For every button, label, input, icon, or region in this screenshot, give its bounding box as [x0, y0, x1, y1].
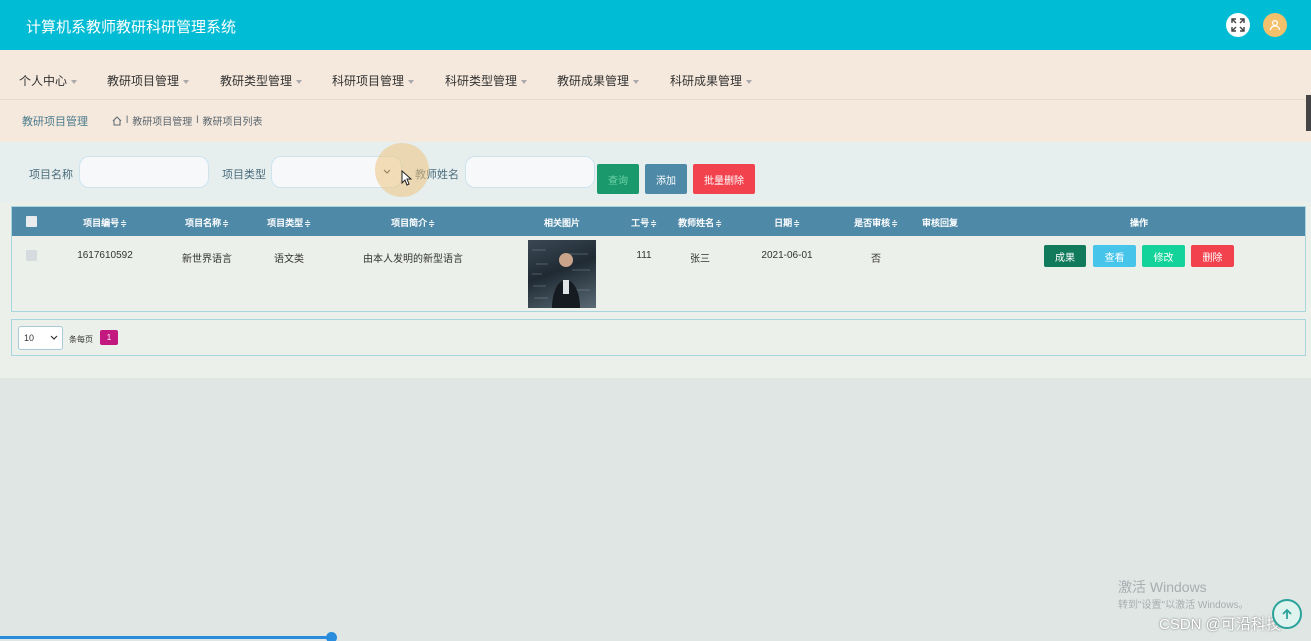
- view-button[interactable]: 查看: [1093, 245, 1136, 267]
- pagination: 10 条每页 1: [11, 319, 1306, 356]
- main-nav: 个人中心 教研项目管理 教研类型管理 科研项目管理 科研类型管理 教研成果管理 …: [0, 50, 1311, 100]
- delete-button[interactable]: 删除: [1191, 245, 1234, 267]
- video-progress-bar[interactable]: [0, 636, 332, 639]
- nav-item-teaching-project[interactable]: 教研项目管理: [107, 72, 190, 89]
- user-avatar-icon: [1269, 19, 1281, 31]
- sort-icon: ≑: [891, 219, 898, 228]
- section-title: 教研项目管理: [22, 116, 88, 128]
- cell-project-id: 1617610592: [77, 250, 133, 261]
- cell-teacher-name: 张三: [690, 254, 710, 265]
- fullscreen-button[interactable]: [1226, 13, 1250, 37]
- cell-date: 2021-06-01: [761, 250, 813, 261]
- project-name-input[interactable]: [79, 156, 209, 188]
- app-title: 计算机系教师教研科研管理系统: [26, 19, 237, 36]
- breadcrumb-item[interactable]: 教研项目管理: [132, 113, 192, 128]
- column-header: 相关图片: [543, 218, 581, 228]
- windows-activation-hint: 转到"设置"以激活 Windows。: [1118, 600, 1249, 611]
- windows-activation-title: 激活 Windows: [1118, 579, 1207, 595]
- column-header: 操作: [1129, 218, 1149, 228]
- cell-job-number: 111: [636, 250, 652, 261]
- column-header: 审核回复: [921, 218, 959, 228]
- chevron-down-icon: [408, 79, 415, 84]
- breadcrumb-bar: 教研项目管理 l 教研项目管理 l 教研项目列表: [0, 100, 1311, 142]
- csdn-watermark: CSDN @可沿科技: [1159, 616, 1281, 633]
- chevron-down-icon: [50, 335, 58, 340]
- chevron-down-icon: [296, 79, 303, 84]
- result-button[interactable]: 成果: [1044, 245, 1086, 267]
- column-header[interactable]: 项目名称≑: [185, 216, 229, 229]
- cell-project-intro: 由本人发明的新型语言: [363, 254, 463, 265]
- fullscreen-icon: [1231, 18, 1245, 32]
- sort-icon: ≑: [428, 219, 435, 228]
- scroll-top-icon: [1282, 608, 1292, 619]
- project-table: 项目编号≑ 项目名称≑ 项目类型≑ 项目简介≑ 相关图片 工号≑ 教师姓名≑ 日…: [11, 206, 1306, 312]
- column-header[interactable]: 项目简介≑: [391, 216, 435, 229]
- row-checkbox[interactable]: [26, 250, 37, 261]
- project-image-thumbnail[interactable]: [528, 240, 596, 308]
- chevron-down-icon: [521, 79, 528, 84]
- page-size-value: 10: [24, 333, 35, 343]
- sort-icon: ≑: [222, 219, 229, 228]
- column-header[interactable]: 日期≑: [774, 216, 800, 229]
- edit-button[interactable]: 修改: [1142, 245, 1185, 267]
- teacher-name-input[interactable]: [465, 156, 595, 188]
- cell-project-name: 新世界语言: [182, 254, 232, 265]
- nav-item-research-type[interactable]: 科研类型管理: [445, 72, 528, 89]
- per-page-label: 条每页: [69, 335, 93, 344]
- user-avatar-button[interactable]: [1263, 13, 1287, 37]
- column-header[interactable]: 工号≑: [631, 216, 657, 229]
- breadcrumb: l 教研项目管理 l 教研项目列表: [112, 113, 262, 128]
- teacher-name-label: 教师姓名: [415, 169, 459, 181]
- select-all-checkbox[interactable]: [26, 216, 37, 227]
- project-type-label: 项目类型: [222, 169, 266, 181]
- chevron-down-icon: [383, 169, 391, 174]
- chevron-down-icon: [746, 79, 753, 84]
- scroll-top-button[interactable]: [1272, 599, 1302, 629]
- video-progress-handle[interactable]: [326, 632, 337, 641]
- breadcrumb-separator: l: [126, 115, 129, 126]
- chevron-down-icon: [71, 79, 78, 84]
- page-size-select[interactable]: 10: [18, 326, 63, 350]
- column-header[interactable]: 项目类型≑: [267, 216, 311, 229]
- column-header[interactable]: 项目编号≑: [83, 216, 127, 229]
- nav-item-teaching-result[interactable]: 教研成果管理: [557, 72, 640, 89]
- batch-delete-button[interactable]: 批量删除: [693, 164, 755, 194]
- query-button[interactable]: 查询: [597, 164, 639, 194]
- chevron-down-icon: [183, 79, 190, 84]
- nav-item-teaching-type[interactable]: 教研类型管理: [220, 72, 303, 89]
- sort-icon: ≑: [120, 219, 127, 228]
- sort-icon: ≑: [650, 219, 657, 228]
- cell-project-type: 语文类: [274, 254, 304, 265]
- table-header: 项目编号≑ 项目名称≑ 项目类型≑ 项目简介≑ 相关图片 工号≑ 教师姓名≑ 日…: [12, 207, 1305, 236]
- project-name-label: 项目名称: [29, 169, 73, 181]
- sort-icon: ≑: [793, 219, 800, 228]
- page-number-current[interactable]: 1: [100, 330, 118, 345]
- nav-item-personal-center[interactable]: 个人中心: [19, 72, 78, 89]
- column-header[interactable]: 教师姓名≑: [678, 216, 722, 229]
- add-button[interactable]: 添加: [645, 164, 687, 194]
- sort-icon: ≑: [304, 219, 311, 228]
- column-header[interactable]: 是否审核≑: [854, 216, 898, 229]
- breadcrumb-separator: l: [196, 115, 199, 126]
- home-icon[interactable]: [112, 115, 122, 126]
- project-type-select[interactable]: [271, 156, 402, 188]
- chevron-down-icon: [633, 79, 640, 84]
- search-panel: 项目名称 项目类型 教师姓名 查询 添加 批量删除: [0, 142, 1311, 202]
- cell-reviewed: 否: [871, 254, 881, 265]
- top-header: 计算机系教师教研科研管理系统: [0, 0, 1311, 50]
- breadcrumb-item: 教研项目列表: [202, 117, 263, 128]
- window-edge-handle: [1306, 95, 1311, 131]
- nav-item-research-result[interactable]: 科研成果管理: [670, 72, 753, 89]
- nav-item-research-project[interactable]: 科研项目管理: [332, 72, 415, 89]
- sort-icon: ≑: [715, 219, 722, 228]
